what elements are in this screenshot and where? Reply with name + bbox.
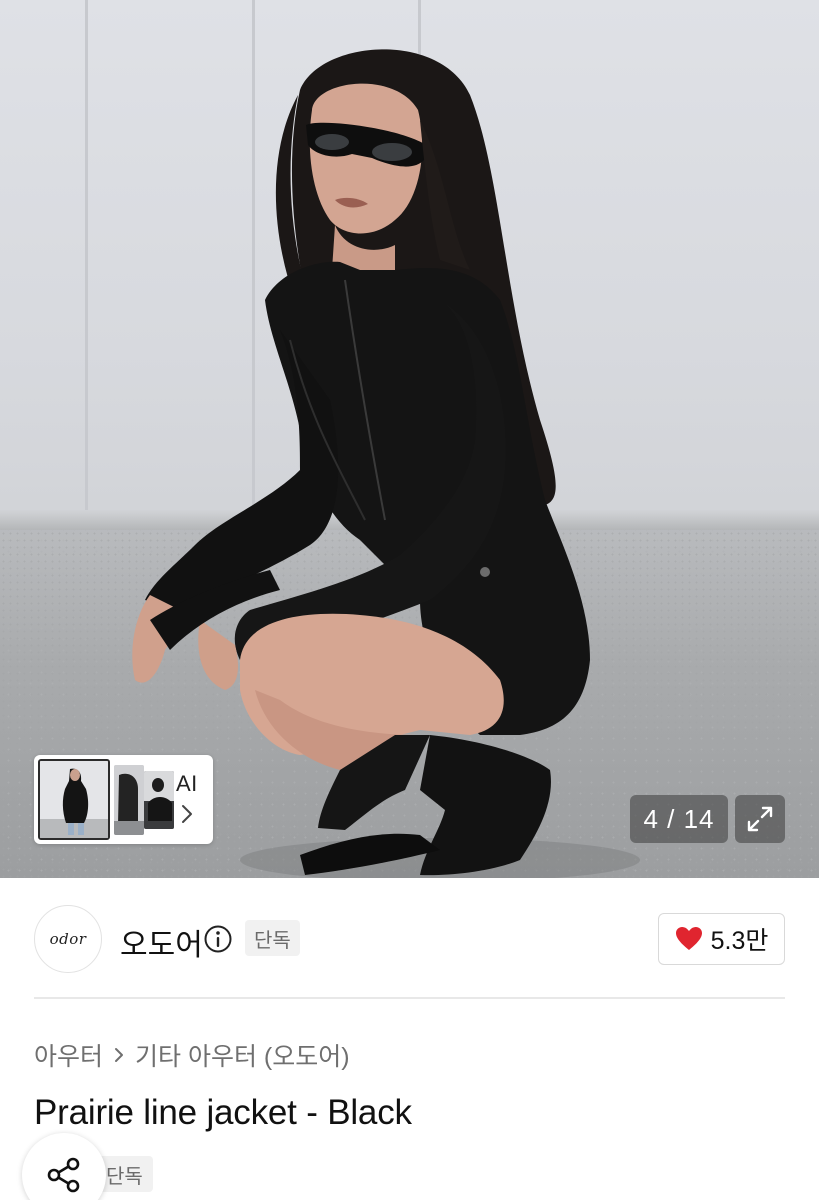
info-icon[interactable] bbox=[203, 924, 233, 954]
like-count: 5.3만 bbox=[710, 927, 769, 955]
breadcrumb: 아우터 기타 아우터 (오도어) bbox=[34, 1037, 350, 1073]
thumbnail-image bbox=[114, 765, 144, 835]
divider bbox=[34, 997, 785, 999]
share-icon bbox=[47, 1157, 80, 1193]
chevron-right-icon bbox=[115, 1048, 124, 1062]
seller-name[interactable]: 오도어 bbox=[120, 920, 203, 964]
model-figure bbox=[132, 49, 640, 878]
breadcrumb-item[interactable]: 기타 아우터 (오도어) bbox=[135, 1037, 350, 1073]
exclusive-badge: 단독 bbox=[245, 920, 300, 956]
product-page: AI 4 / 14 odor 오도어 단독 5.3만 아우터 기타 아우터 (오… bbox=[0, 0, 819, 1200]
chevron-right-icon[interactable] bbox=[180, 803, 194, 825]
thumbnail[interactable] bbox=[144, 771, 174, 829]
ai-label: AI bbox=[176, 771, 198, 796]
thumbnail-image bbox=[40, 761, 108, 838]
seller-logo[interactable]: odor bbox=[34, 905, 102, 973]
image-thumbnails[interactable]: AI bbox=[34, 755, 213, 844]
breadcrumb-item[interactable]: 아우터 bbox=[34, 1037, 103, 1073]
share-button[interactable] bbox=[22, 1133, 106, 1200]
thumbnail-image bbox=[144, 771, 174, 829]
thumbnail-active[interactable] bbox=[38, 759, 110, 840]
image-counter: 4 / 14 bbox=[630, 795, 728, 843]
expand-button[interactable] bbox=[735, 795, 785, 843]
heart-icon bbox=[675, 927, 702, 950]
product-image[interactable]: AI 4 / 14 bbox=[0, 0, 819, 878]
like-button[interactable]: 5.3만 bbox=[658, 913, 785, 965]
exclusive-badge: 단독 bbox=[98, 1156, 153, 1192]
thumbnail[interactable] bbox=[114, 765, 144, 835]
product-title: Prairie line jacket - Black bbox=[34, 1093, 412, 1132]
expand-icon bbox=[747, 806, 773, 832]
